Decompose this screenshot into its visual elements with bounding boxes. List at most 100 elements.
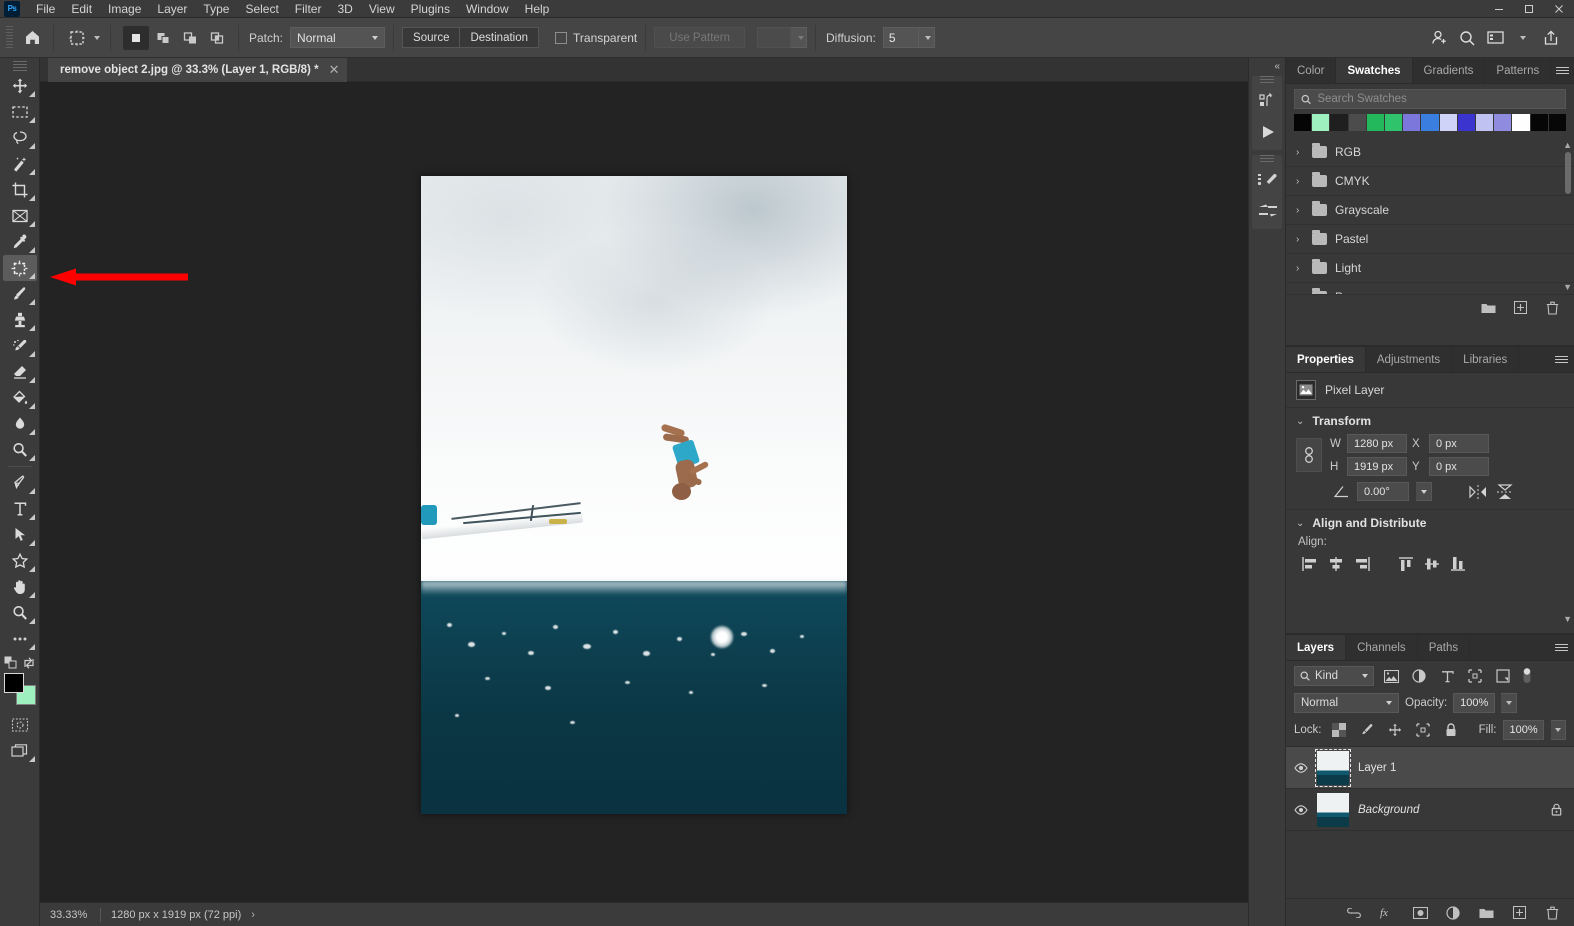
adjustments-icon[interactable] bbox=[1252, 196, 1284, 226]
search-swatches-input[interactable] bbox=[1317, 93, 1559, 105]
layer-visibility-icon[interactable] bbox=[1294, 761, 1308, 775]
lock-artboard-nesting-icon[interactable] bbox=[1413, 720, 1434, 740]
swatch-6[interactable] bbox=[1403, 114, 1420, 131]
delete-swatch-icon[interactable] bbox=[1544, 300, 1560, 316]
new-selection-button[interactable] bbox=[123, 26, 149, 50]
align-section-header[interactable]: ⌄ Align and Distribute bbox=[1286, 510, 1574, 534]
zoom-level[interactable]: 33.33% bbox=[40, 909, 100, 921]
menu-view[interactable]: View bbox=[361, 0, 403, 18]
foreground-color-swatch[interactable] bbox=[4, 673, 24, 693]
align-left-edges-icon[interactable] bbox=[1298, 554, 1322, 574]
scroll-down-arrow[interactable]: ▼ bbox=[1563, 282, 1572, 292]
swatch-group-pure[interactable]: › Pure bbox=[1286, 283, 1574, 294]
tab-channels[interactable]: Channels bbox=[1346, 635, 1418, 660]
add-layer-mask-icon[interactable] bbox=[1412, 905, 1428, 921]
swatch-group-light[interactable]: › Light bbox=[1286, 254, 1574, 283]
layer-thumbnail[interactable] bbox=[1317, 751, 1349, 785]
menu-plugins[interactable]: Plugins bbox=[403, 0, 458, 18]
fill-input[interactable]: 100% bbox=[1503, 720, 1543, 740]
workspace-icon[interactable] bbox=[1482, 25, 1508, 51]
swatch-3[interactable] bbox=[1349, 114, 1366, 131]
swatch-8[interactable] bbox=[1440, 114, 1457, 131]
menu-image[interactable]: Image bbox=[100, 0, 149, 18]
swatch-1[interactable] bbox=[1312, 114, 1329, 131]
angle-dropdown[interactable] bbox=[1416, 482, 1432, 501]
tools-panel-grip[interactable] bbox=[13, 61, 27, 71]
height-input[interactable]: 1919 px bbox=[1347, 457, 1407, 476]
hand-tool[interactable] bbox=[3, 574, 37, 600]
filter-type-icon[interactable] bbox=[1436, 666, 1458, 686]
object-selection-tool[interactable] bbox=[3, 151, 37, 177]
angle-input[interactable]: 0.00° bbox=[1357, 482, 1409, 501]
diffusion-input[interactable]: 5 bbox=[883, 27, 919, 48]
y-input[interactable]: 0 px bbox=[1429, 457, 1489, 476]
tab-layers[interactable]: Layers bbox=[1286, 635, 1346, 660]
frame-tool[interactable] bbox=[3, 203, 37, 229]
swatch-14[interactable] bbox=[1549, 114, 1566, 131]
tool-preset-picker[interactable] bbox=[62, 25, 102, 51]
scroll-down-arrow[interactable]: ▼ bbox=[1563, 614, 1572, 624]
edit-toolbar-tool[interactable] bbox=[3, 626, 37, 652]
default-colors-icon[interactable] bbox=[4, 656, 18, 670]
history-actions-icon[interactable] bbox=[1252, 87, 1284, 117]
filter-adjustment-icon[interactable] bbox=[1408, 666, 1430, 686]
align-bottom-edges-icon[interactable] bbox=[1446, 554, 1470, 574]
table-row[interactable]: Layer 1 bbox=[1286, 747, 1574, 789]
opacity-dropdown[interactable] bbox=[1501, 693, 1517, 713]
patch-tool[interactable] bbox=[3, 255, 37, 281]
tab-color[interactable]: Color bbox=[1286, 58, 1336, 83]
collapse-panels-icon[interactable]: « bbox=[1249, 58, 1285, 74]
crop-tool[interactable] bbox=[3, 177, 37, 203]
screen-mode-icon[interactable] bbox=[3, 738, 37, 764]
swatch-group-cmyk[interactable]: › CMYK bbox=[1286, 167, 1574, 196]
type-tool[interactable] bbox=[3, 496, 37, 522]
quick-mask-icon[interactable] bbox=[3, 712, 37, 738]
tab-paths[interactable]: Paths bbox=[1418, 635, 1470, 660]
lock-all-icon[interactable] bbox=[1441, 720, 1462, 740]
play-icon[interactable] bbox=[1252, 117, 1284, 147]
align-horizontal-centers-icon[interactable] bbox=[1324, 554, 1348, 574]
swatch-12[interactable] bbox=[1512, 114, 1529, 131]
swatch-0[interactable] bbox=[1294, 114, 1311, 131]
add-to-selection-button[interactable] bbox=[150, 26, 176, 50]
search-swatches-box[interactable] bbox=[1294, 89, 1566, 109]
menu-layer[interactable]: Layer bbox=[149, 0, 195, 18]
document-tab[interactable]: remove object 2.jpg @ 33.3% (Layer 1, RG… bbox=[48, 58, 347, 82]
minimize-button[interactable] bbox=[1484, 0, 1514, 18]
eyedropper-tool[interactable] bbox=[3, 229, 37, 255]
tab-gradients[interactable]: Gradients bbox=[1413, 58, 1486, 83]
eraser-tool[interactable] bbox=[3, 359, 37, 385]
new-group-icon[interactable] bbox=[1480, 300, 1496, 316]
flip-horizontal-icon[interactable] bbox=[1468, 484, 1488, 500]
menu-select[interactable]: Select bbox=[237, 0, 286, 18]
gradient-tool[interactable] bbox=[3, 385, 37, 411]
filter-pixel-icon[interactable] bbox=[1380, 666, 1402, 686]
panel-menu-icon[interactable] bbox=[1551, 58, 1574, 83]
pen-tool[interactable] bbox=[3, 470, 37, 496]
swatch-2[interactable] bbox=[1330, 114, 1347, 131]
search-icon[interactable] bbox=[1454, 25, 1480, 51]
swatch-group-grayscale[interactable]: › Grayscale bbox=[1286, 196, 1574, 225]
transparent-checkbox-group[interactable]: Transparent bbox=[555, 31, 637, 45]
dodge-tool[interactable] bbox=[3, 437, 37, 463]
options-bar-grip[interactable] bbox=[6, 26, 13, 50]
transform-section-header[interactable]: ⌄ Transform bbox=[1286, 408, 1574, 432]
scroll-up-arrow[interactable]: ▲ bbox=[1563, 140, 1572, 150]
panel-menu-icon[interactable] bbox=[1548, 635, 1574, 660]
rectangular-marquee-tool[interactable] bbox=[3, 99, 37, 125]
swatch-5[interactable] bbox=[1385, 114, 1402, 131]
source-button[interactable]: Source bbox=[402, 27, 459, 48]
transparent-checkbox[interactable] bbox=[555, 32, 567, 44]
link-layers-icon[interactable] bbox=[1346, 905, 1362, 921]
flip-vertical-icon[interactable] bbox=[1495, 484, 1515, 500]
subtract-from-selection-button[interactable] bbox=[177, 26, 203, 50]
new-group-icon[interactable] bbox=[1478, 905, 1494, 921]
new-layer-icon[interactable] bbox=[1511, 905, 1527, 921]
table-row[interactable]: Background bbox=[1286, 789, 1574, 831]
layer-name[interactable]: Background bbox=[1358, 804, 1419, 816]
width-input[interactable]: 1280 px bbox=[1347, 434, 1407, 453]
canvas-area[interactable] bbox=[40, 82, 1248, 902]
filter-smart-object-icon[interactable] bbox=[1492, 666, 1514, 686]
new-swatch-icon[interactable] bbox=[1512, 300, 1528, 316]
brush-tool[interactable] bbox=[3, 281, 37, 307]
